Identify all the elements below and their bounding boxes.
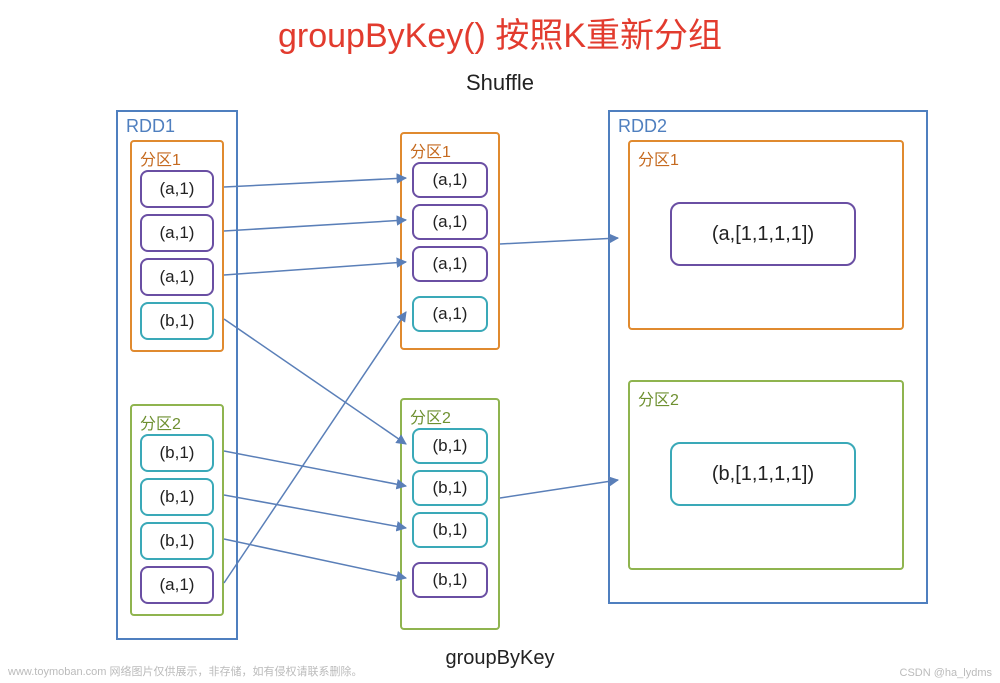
watermark-left: www.toymoban.com 网络图片仅供展示，非存储，如有侵权请联系删除。 xyxy=(8,663,362,679)
rdd1-p2-title: 分区2 xyxy=(140,410,181,434)
rdd2-title: RDD2 xyxy=(618,116,667,137)
mid-partition1: 分区1 (a,1) (a,1) (a,1) (a,1) xyxy=(400,132,500,350)
rdd1-partition2: 分区2 (b,1) (b,1) (b,1) (a,1) xyxy=(130,404,224,616)
rdd2-p2-result: (b,[1,1,1,1]) xyxy=(670,442,856,506)
rdd2-p1-result: (a,[1,1,1,1]) xyxy=(670,202,856,266)
rdd1-p2-item3: (a,1) xyxy=(140,566,214,604)
mid-p2-item2: (b,1) xyxy=(412,512,488,548)
rdd1-p1-item3: (b,1) xyxy=(140,302,214,340)
watermark-right: CSDN @ha_lydms xyxy=(900,667,992,679)
rdd2-p1-title: 分区1 xyxy=(638,146,679,170)
rdd1-p1-item0: (a,1) xyxy=(140,170,214,208)
mid-p2-item3: (b,1) xyxy=(412,562,488,598)
mid-p2-item1: (b,1) xyxy=(412,470,488,506)
rdd2-partition2: 分区2 (b,[1,1,1,1]) xyxy=(628,380,904,570)
rdd2-p2-title: 分区2 xyxy=(638,386,679,410)
mid-p2-title: 分区2 xyxy=(410,404,451,428)
diagram-title: groupByKey() 按照K重新分组 xyxy=(0,8,1000,57)
rdd1-p2-item1: (b,1) xyxy=(140,478,214,516)
mid-partition2: 分区2 (b,1) (b,1) (b,1) (b,1) xyxy=(400,398,500,630)
rdd1-p1-title: 分区1 xyxy=(140,146,181,170)
mid-p1-title: 分区1 xyxy=(410,138,451,162)
rdd2-partition1: 分区1 (a,[1,1,1,1]) xyxy=(628,140,904,330)
shuffle-label: Shuffle xyxy=(0,70,1000,96)
mid-p1-item1: (a,1) xyxy=(412,204,488,240)
mid-p2-item0: (b,1) xyxy=(412,428,488,464)
mid-p1-item3: (a,1) xyxy=(412,296,488,332)
rdd1-p1-item2: (a,1) xyxy=(140,258,214,296)
mid-p1-item0: (a,1) xyxy=(412,162,488,198)
mid-p1-item2: (a,1) xyxy=(412,246,488,282)
rdd1-p2-item0: (b,1) xyxy=(140,434,214,472)
rdd1-title: RDD1 xyxy=(126,116,175,137)
rdd1-p1-item1: (a,1) xyxy=(140,214,214,252)
rdd1-p2-item2: (b,1) xyxy=(140,522,214,560)
rdd1-partition1: 分区1 (a,1) (a,1) (a,1) (b,1) xyxy=(130,140,224,352)
